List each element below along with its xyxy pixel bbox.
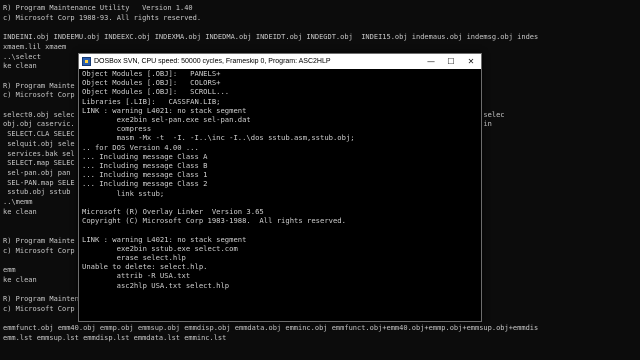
console-line: ke clean xyxy=(3,275,37,284)
dos-output-line: masm -Mx -t -I. -I..\inc -I..\dos sstub.… xyxy=(82,133,355,143)
console-line: sstub.obj sstub xyxy=(3,188,71,197)
console-line: selquit.obj sele xyxy=(3,139,75,148)
console-line: sel-pan.obj pan xyxy=(3,168,71,177)
console-line: emm xyxy=(3,265,16,274)
console-line: SELECT.CLA SELEC xyxy=(3,130,75,139)
console-line: INDEINI.obj INDEEMU.obj INDEEXC.obj INDE… xyxy=(3,33,539,42)
console-line: R) Program Mainte xyxy=(3,236,75,245)
dos-output-line: Copyright (C) Microsoft Corp 1983-1988. … xyxy=(82,216,346,226)
console-line: ke clean xyxy=(3,207,37,216)
console-line: c) Microsoft Corp xyxy=(3,246,75,255)
close-button[interactable]: ✕ xyxy=(461,54,481,69)
console-line: SEL-PAN.map SELE xyxy=(3,178,75,187)
console-line: ke clean xyxy=(3,62,37,71)
dos-output-line: link sstub; xyxy=(82,188,165,198)
dos-output-line: attrib -R USA.txt xyxy=(82,271,191,281)
console-line: R) Program Mainte xyxy=(3,81,75,90)
dosbox-titlebar[interactable]: DOSBox SVN, CPU speed: 50000 cycles, Fra… xyxy=(79,54,481,69)
console-line: services.bak sel xyxy=(3,149,75,158)
dos-output-line: Object Modules [.OBJ]: SCROLL... xyxy=(82,87,230,97)
console-line: ..\memm xyxy=(3,198,33,206)
console-line: c) Microsoft Corp xyxy=(3,91,75,100)
console-line: xmaem.lil xmaem xyxy=(3,42,67,51)
dosbox-icon xyxy=(82,57,91,66)
dosbox-screen[interactable]: Object Modules [.OBJ]: PANELS+ Object Mod… xyxy=(79,69,481,321)
dos-output-line: asc2hlp USA.txt select.hlp xyxy=(82,280,230,290)
console-line: emm.lst emmsup.lst emmdisp.lst emmdata.l… xyxy=(3,333,227,342)
dosbox-window[interactable]: DOSBox SVN, CPU speed: 50000 cycles, Fra… xyxy=(78,53,482,322)
console-line: c) Microsoft Corp 1988-93. All rights re… xyxy=(3,13,202,22)
dos-output-line: ... Including message Class 2 xyxy=(82,179,208,189)
console-line: R) Program Maintenance Utility Version 1… xyxy=(3,4,193,12)
console-line: emmfunct.obj emm40.obj emmp.obj emmsup.o… xyxy=(3,324,539,333)
console-line: SELECT.map SELEC xyxy=(3,159,75,168)
console-line: ..\select xyxy=(3,52,41,61)
minimize-button[interactable]: — xyxy=(421,54,441,69)
window-title: DOSBox SVN, CPU speed: 50000 cycles, Fra… xyxy=(94,58,331,65)
maximize-button[interactable]: ☐ xyxy=(441,54,461,69)
